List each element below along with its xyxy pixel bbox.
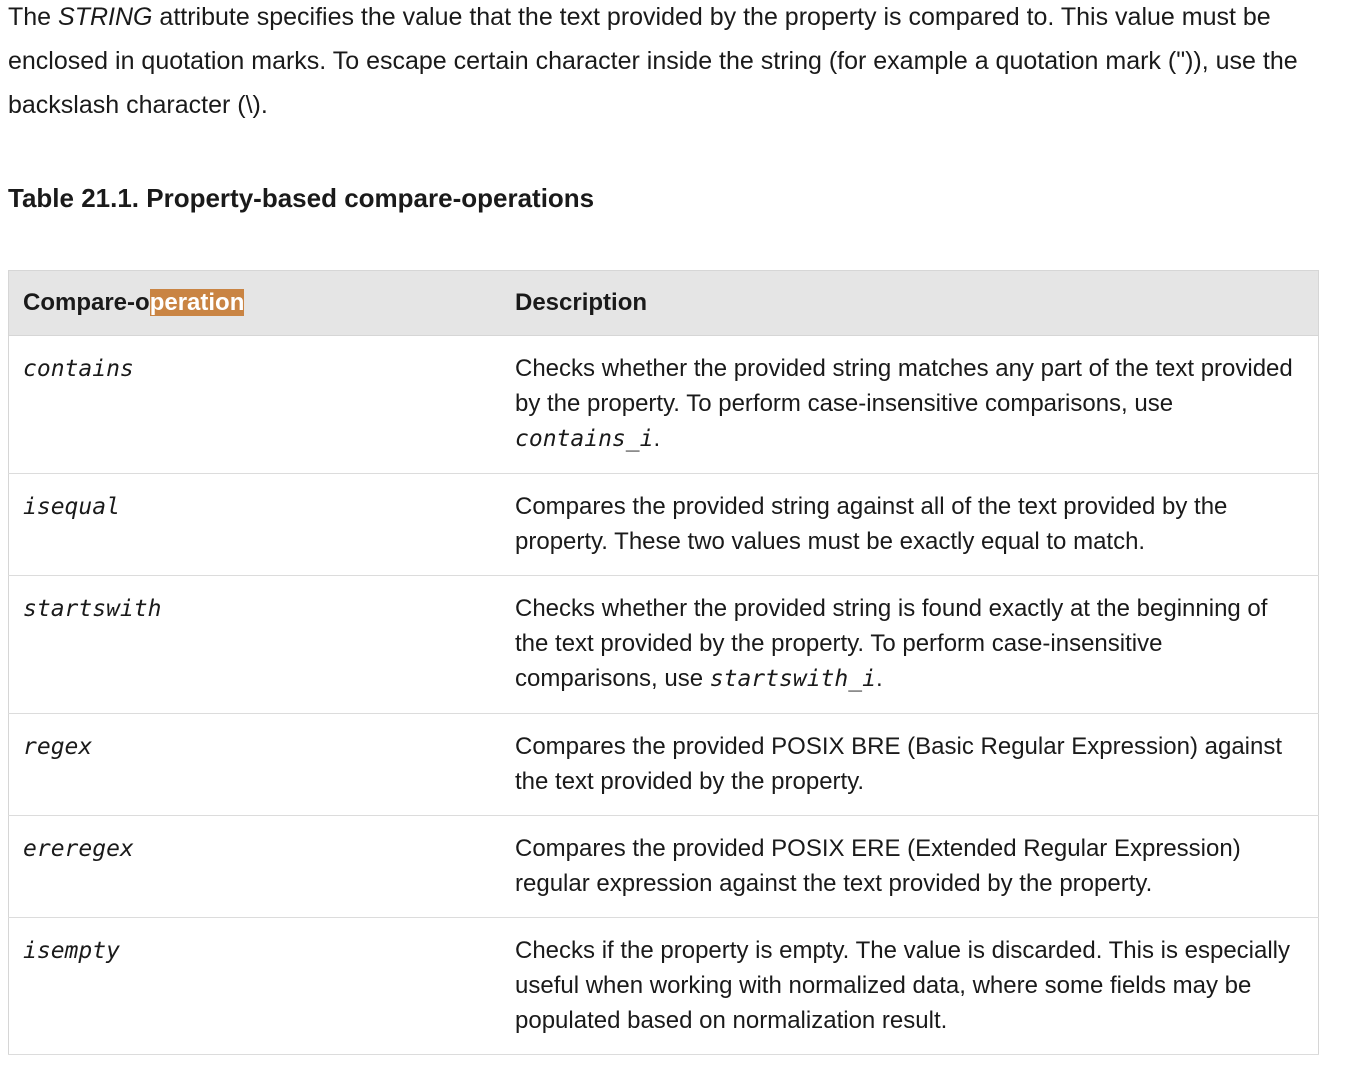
table-row: isempty Checks if the property is empty.… (8, 917, 1319, 1055)
op-code: ereregex (23, 836, 134, 862)
desc-text-end: . (875, 665, 883, 692)
desc-cell: Compares the provided POSIX BRE (Basic R… (501, 713, 1319, 816)
document-content: The STRING attribute specifies the value… (8, 0, 1320, 1055)
desc-code: contains_i (515, 426, 654, 452)
table-title: Table 21.1. Property-based compare-opera… (8, 183, 595, 213)
op-cell: isequal (8, 473, 501, 576)
desc-cell: Checks whether the provided string match… (501, 335, 1319, 474)
desc-cell: Compares the provided POSIX ERE (Extende… (501, 815, 1319, 918)
compare-operations-table: Compare-operation Description contains C… (8, 270, 1319, 1055)
table-row: regex Compares the provided POSIX BRE (B… (8, 713, 1319, 816)
header-op-text: Compare-o (23, 289, 150, 316)
table-header-row: Compare-operation Description (8, 270, 1319, 336)
header-description: Description (501, 270, 1319, 336)
desc-text: Checks if the property is empty. The val… (515, 937, 1291, 1034)
op-code: regex (23, 734, 93, 760)
intro-paragraph: The STRING attribute specifies the value… (8, 0, 1308, 127)
table-row: startswith Checks whether the provided s… (8, 575, 1319, 714)
desc-text: Checks whether the provided string match… (515, 355, 1293, 417)
op-cell: isempty (8, 917, 501, 1055)
op-code: contains (23, 356, 134, 382)
desc-text-end: . (653, 425, 661, 452)
table-row: isequal Compares the provided string aga… (8, 473, 1319, 576)
desc-text: Compares the provided string against all… (515, 493, 1228, 555)
desc-code: startswith_i (709, 666, 876, 692)
op-cell: startswith (8, 575, 501, 714)
table-row: ereregex Compares the provided POSIX ERE… (8, 815, 1319, 918)
op-code: startswith (23, 596, 162, 622)
op-code: isempty (23, 938, 120, 964)
op-cell: contains (8, 335, 501, 474)
desc-cell: Checks if the property is empty. The val… (501, 917, 1319, 1055)
selected-text-highlight[interactable]: peration (149, 289, 245, 316)
desc-cell: Checks whether the provided string is fo… (501, 575, 1319, 714)
table-row: contains Checks whether the provided str… (8, 335, 1319, 474)
desc-text: Checks whether the provided string is fo… (515, 595, 1268, 692)
op-cell: ereregex (8, 815, 501, 918)
desc-cell: Compares the provided string against all… (501, 473, 1319, 576)
op-code: isequal (23, 494, 120, 520)
intro-text-start: The (8, 3, 59, 31)
intro-text-end: attribute specifies the value that the t… (8, 3, 1298, 119)
desc-text: Compares the provided POSIX ERE (Extende… (515, 835, 1241, 897)
desc-text: Compares the provided POSIX BRE (Basic R… (515, 733, 1283, 795)
header-compare-operation: Compare-operation (8, 270, 501, 336)
op-cell: regex (8, 713, 501, 816)
intro-emphasis: STRING (58, 3, 153, 31)
